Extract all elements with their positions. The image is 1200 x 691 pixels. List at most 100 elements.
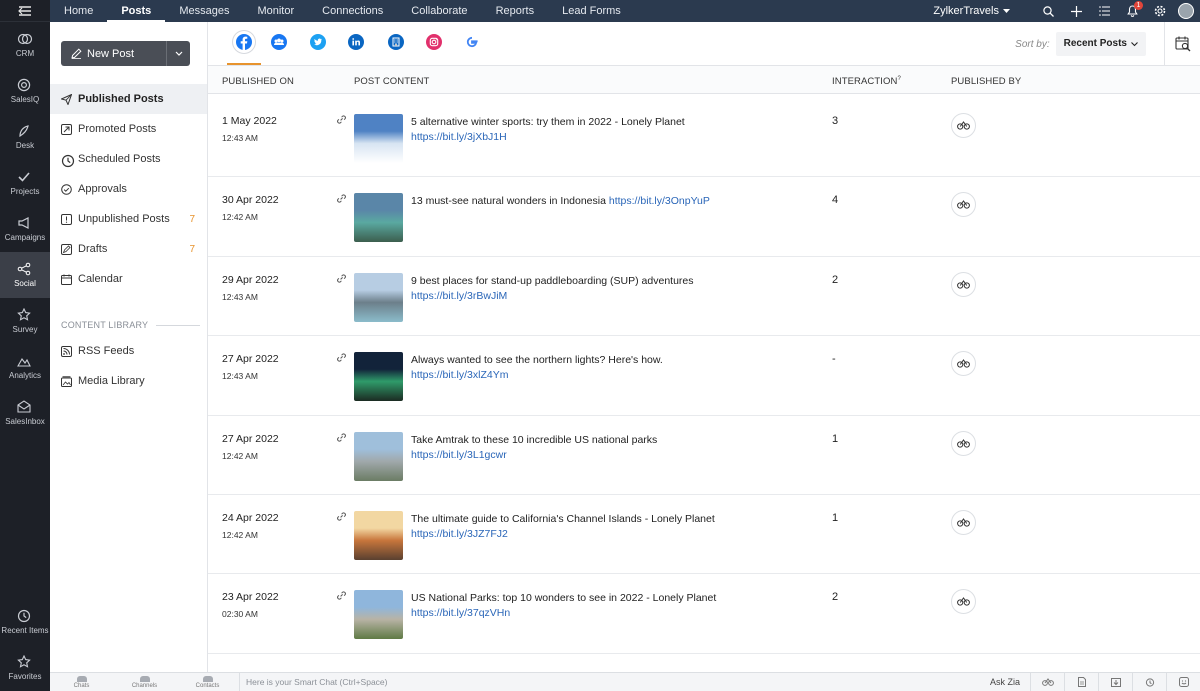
post-link[interactable]: https://bit.ly/37qzVHn xyxy=(411,607,510,619)
publisher-avatar[interactable] xyxy=(951,192,976,218)
interaction-count[interactable]: 1 xyxy=(832,433,838,445)
link-icon[interactable] xyxy=(336,273,347,287)
nav-tab-messages[interactable]: Messages xyxy=(165,0,243,22)
gear-icon[interactable] xyxy=(1146,0,1174,22)
table-row[interactable]: 27 Apr 2022 12:43 AM Always wanted to see … xyxy=(208,336,1200,416)
rail-item-crm[interactable]: CRM xyxy=(0,22,50,68)
rail-item-favorites[interactable]: Favorites xyxy=(0,645,50,691)
post-thumbnail[interactable] xyxy=(354,352,403,402)
rail-item-survey[interactable]: Survey xyxy=(0,298,50,344)
col-published-on[interactable]: PUBLISHED ON xyxy=(222,76,294,87)
post-link[interactable]: https://bit.ly/3L1gcwr xyxy=(411,449,507,461)
rail-item-desk[interactable]: Desk xyxy=(0,114,50,160)
facebook-icon[interactable] xyxy=(236,34,252,50)
publisher-avatar[interactable] xyxy=(951,430,976,456)
ask-zia-button[interactable]: Ask Zia xyxy=(980,677,1030,687)
rail-item-projects[interactable]: Projects xyxy=(0,160,50,206)
post-thumbnail[interactable] xyxy=(354,590,403,640)
post-link[interactable]: https://bit.ly/3JZ7FJ2 xyxy=(411,528,508,540)
nav-tab-reports[interactable]: Reports xyxy=(482,0,549,22)
rail-item-salesinbox[interactable]: SalesInbox xyxy=(0,390,50,436)
nav-tab-home[interactable]: Home xyxy=(50,0,107,22)
link-icon[interactable] xyxy=(336,352,347,366)
sidebar-item-drafts[interactable]: Drafts 7 xyxy=(50,234,207,264)
bottom-channels-button[interactable]: Channels xyxy=(113,675,176,689)
post-thumbnail[interactable] xyxy=(354,510,403,560)
avatar[interactable] xyxy=(1178,3,1194,19)
new-post-button[interactable]: New Post xyxy=(61,41,190,66)
list-icon[interactable] xyxy=(1090,0,1118,22)
nav-tab-monitor[interactable]: Monitor xyxy=(243,0,308,22)
table-row[interactable]: 29 Apr 2022 12:43 AM 9 best places for sta… xyxy=(208,257,1200,337)
bottom-contacts-button[interactable]: Contacts xyxy=(176,675,239,689)
twitter-icon[interactable] xyxy=(310,34,326,50)
linkedin-page-icon[interactable] xyxy=(388,34,404,50)
sidebar-item-calendar[interactable]: Calendar xyxy=(50,264,207,294)
rail-item-recent-items[interactable]: Recent Items xyxy=(0,599,50,645)
zia-icon[interactable] xyxy=(1030,672,1064,691)
sidebar-item-approvals[interactable]: Approvals xyxy=(50,174,207,204)
table-row[interactable]: 24 Apr 2022 12:42 AM The ultimate guide to… xyxy=(208,495,1200,575)
table-row[interactable]: 23 Apr 2022 02:30 AM US National Parks: to… xyxy=(208,574,1200,654)
smart-chat-input[interactable]: Here is your Smart Chat (Ctrl+Space) xyxy=(239,672,980,691)
link-icon[interactable] xyxy=(336,590,347,604)
post-thumbnail[interactable] xyxy=(354,193,403,243)
rail-item-salesiq[interactable]: SalesIQ xyxy=(0,68,50,114)
alarm-icon[interactable] xyxy=(1132,672,1166,691)
instagram-icon[interactable] xyxy=(426,34,442,50)
post-link[interactable]: https://bit.ly/3rBwJiM xyxy=(411,290,507,302)
nav-tab-posts[interactable]: Posts xyxy=(107,0,166,22)
document-icon[interactable] xyxy=(1064,672,1098,691)
info-icon[interactable]: ? xyxy=(898,76,901,82)
smiley-icon[interactable] xyxy=(1166,672,1200,691)
interaction-count[interactable]: - xyxy=(832,353,836,365)
table-row[interactable]: 30 Apr 2022 12:42 AM 13 must-see natural w… xyxy=(208,177,1200,257)
calendar-search-icon[interactable] xyxy=(1164,22,1200,66)
interaction-count[interactable]: 2 xyxy=(832,274,838,286)
publisher-avatar[interactable] xyxy=(951,351,976,377)
sidebar-item-unpublished-posts[interactable]: Unpublished Posts 7 xyxy=(50,204,207,234)
plus-icon[interactable] xyxy=(1062,0,1090,22)
download-icon[interactable] xyxy=(1098,672,1132,691)
link-icon[interactable] xyxy=(336,193,347,207)
new-post-dropdown[interactable] xyxy=(166,41,190,66)
post-thumbnail[interactable] xyxy=(354,114,403,163)
publisher-avatar[interactable] xyxy=(951,113,976,138)
post-link[interactable]: https://bit.ly/3xlZ4Ym xyxy=(411,369,508,381)
col-interaction[interactable]: INTERACTION? xyxy=(832,76,901,87)
facebook-group-icon[interactable] xyxy=(271,34,287,50)
bell-icon[interactable]: 1 xyxy=(1118,0,1146,22)
publisher-avatar[interactable] xyxy=(951,589,976,615)
table-row[interactable]: 27 Apr 2022 12:42 AM Take Amtrak to these … xyxy=(208,416,1200,495)
nav-tab-collaborate[interactable]: Collaborate xyxy=(397,0,481,22)
linkedin-icon[interactable] xyxy=(348,34,364,50)
post-link[interactable]: https://bit.ly/3jXbJ1H xyxy=(411,131,507,143)
nav-tab-lead-forms[interactable]: Lead Forms xyxy=(548,0,635,22)
post-thumbnail[interactable] xyxy=(354,431,403,481)
link-icon[interactable] xyxy=(336,511,347,525)
bottom-chats-button[interactable]: Chats xyxy=(50,675,113,689)
rail-item-analytics[interactable]: Analytics xyxy=(0,344,50,390)
link-icon[interactable] xyxy=(336,432,347,446)
sidebar-item-published-posts[interactable]: Published Posts xyxy=(50,84,207,114)
google-icon[interactable] xyxy=(464,34,480,50)
search-icon[interactable] xyxy=(1034,0,1062,22)
post-thumbnail[interactable] xyxy=(354,272,403,322)
sidebar-item-scheduled-posts[interactable]: Scheduled Posts xyxy=(50,144,207,174)
table-row[interactable]: 1 May 2022 12:43 AM 5 alternative winter s… xyxy=(208,98,1200,178)
collapse-menu-icon[interactable] xyxy=(0,0,50,22)
sort-dropdown[interactable]: Recent Posts xyxy=(1055,32,1146,56)
interaction-count[interactable]: 2 xyxy=(832,591,838,603)
interaction-count[interactable]: 3 xyxy=(832,115,838,127)
post-link[interactable]: https://bit.ly/3OnpYuP xyxy=(609,195,710,207)
nav-tab-connections[interactable]: Connections xyxy=(308,0,397,22)
publisher-avatar[interactable] xyxy=(951,271,976,297)
link-icon[interactable] xyxy=(336,114,347,128)
interaction-count[interactable]: 1 xyxy=(832,512,838,524)
interaction-count[interactable]: 4 xyxy=(832,194,838,206)
rail-item-campaigns[interactable]: Campaigns xyxy=(0,206,50,252)
library-item-media-library[interactable]: Media Library xyxy=(50,366,207,396)
publisher-avatar[interactable] xyxy=(951,509,976,535)
library-item-rss-feeds[interactable]: RSS Feeds xyxy=(50,336,207,366)
rail-item-social[interactable]: Social xyxy=(0,252,50,298)
